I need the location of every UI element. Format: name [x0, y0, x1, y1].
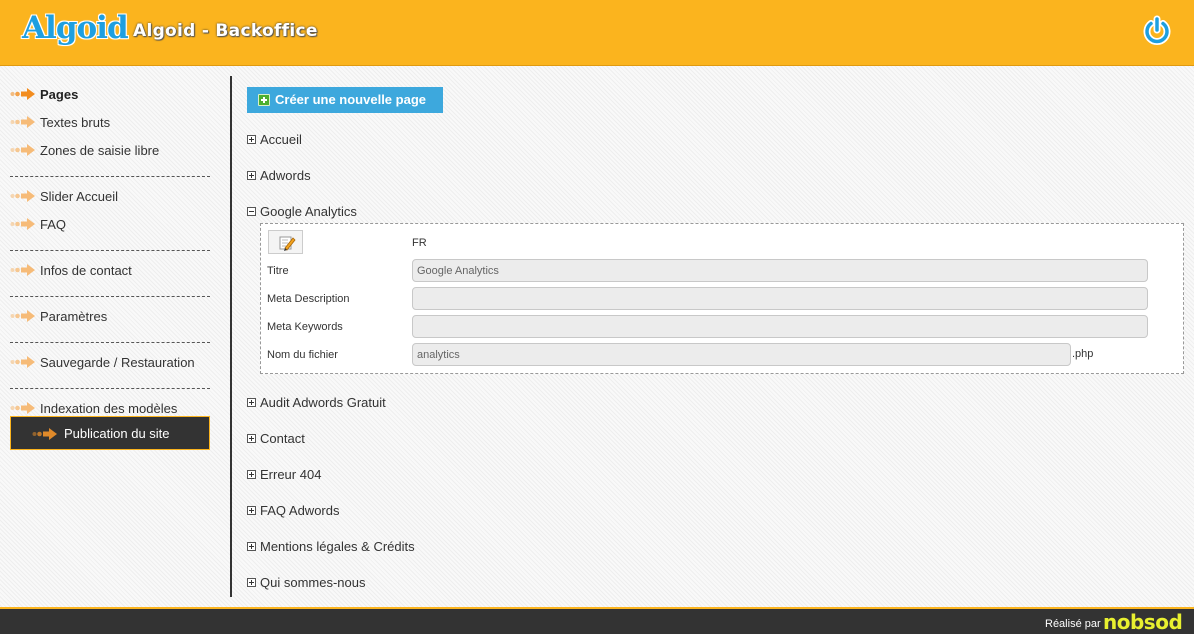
divider: [10, 330, 210, 343]
expand-icon[interactable]: [247, 578, 256, 587]
arrow-right-icon: [10, 401, 36, 415]
sidebar-item-label: Infos de contact: [40, 263, 132, 278]
plus-icon: [258, 94, 270, 106]
sidebar-item-label: Indexation des modèles: [40, 401, 178, 416]
page-item-label: Adwords: [260, 168, 311, 183]
sidebar-divider: [230, 76, 232, 597]
expand-icon[interactable]: [247, 398, 256, 407]
app-title: Algoid - Backoffice: [133, 21, 318, 41]
filename-label: Nom du fichier: [267, 349, 338, 361]
language-label: FR: [412, 237, 427, 249]
divider: [10, 284, 210, 297]
arrow-right-icon: [10, 263, 36, 277]
sidebar-item-label: Paramètres: [40, 309, 108, 324]
footer-credit: Réalisé par: [1045, 618, 1101, 630]
arrow-right-icon: [10, 189, 36, 203]
page-item-label: FAQ Adwords: [260, 503, 340, 518]
sidebar: Pages Textes bruts Zones de saisie libre…: [10, 80, 210, 450]
arrow-right-icon: [31, 427, 59, 441]
filename-input[interactable]: analytics: [412, 343, 1071, 366]
sidebar-item-faq[interactable]: FAQ: [10, 210, 210, 238]
app-logo: Algoid: [22, 10, 129, 46]
publish-site-button[interactable]: Publication du site: [10, 416, 210, 450]
sidebar-item-label: Textes bruts: [40, 115, 111, 130]
footer-brand-logo[interactable]: nobsod: [1103, 610, 1183, 634]
page-item-label: Contact: [260, 431, 305, 446]
expand-icon[interactable]: [247, 470, 256, 479]
sidebar-item-textes-bruts[interactable]: Textes bruts: [10, 108, 210, 136]
arrow-right-icon: [10, 309, 36, 323]
divider: [10, 376, 210, 389]
page-item-label: Mentions légales & Crédits: [260, 539, 415, 554]
page-item-label: Qui sommes-nous: [260, 575, 366, 590]
sidebar-item-zones-saisie[interactable]: Zones de saisie libre: [10, 136, 210, 164]
sidebar-item-infos-contact[interactable]: Infos de contact: [10, 256, 210, 284]
edit-button[interactable]: [268, 230, 303, 254]
header: Algoid Algoid - Backoffice: [0, 0, 1194, 66]
page-item-label: Audit Adwords Gratuit: [260, 395, 386, 410]
page-item-label: Erreur 404: [260, 467, 322, 482]
sidebar-item-label: Pages: [40, 87, 79, 102]
sidebar-item-label: FAQ: [40, 217, 67, 232]
sidebar-item-parametres[interactable]: Paramètres: [10, 302, 210, 330]
create-page-label: Créer une nouvelle page: [275, 92, 426, 107]
sidebar-item-sauvegarde[interactable]: Sauvegarde / Restauration: [10, 348, 210, 376]
page-item-label: Accueil: [260, 132, 302, 147]
expand-icon[interactable]: [247, 434, 256, 443]
page-detail-panel: FR Titre Google Analytics Meta Descripti…: [260, 223, 1184, 374]
expand-icon[interactable]: [247, 135, 256, 144]
page-item-label: Google Analytics: [260, 204, 357, 219]
divider: [10, 164, 210, 177]
create-page-button[interactable]: Créer une nouvelle page: [247, 87, 443, 113]
publish-site-label: Publication du site: [64, 426, 170, 441]
footer: Réalisé par nobsod: [0, 607, 1194, 634]
arrow-right-icon: [10, 87, 36, 101]
title-input[interactable]: Google Analytics: [412, 259, 1148, 282]
collapse-icon[interactable]: [247, 207, 256, 216]
expand-icon[interactable]: [247, 171, 256, 180]
meta-description-label: Meta Description: [267, 293, 350, 305]
arrow-right-icon: [10, 355, 36, 369]
power-icon[interactable]: [1141, 15, 1173, 47]
sidebar-item-pages[interactable]: Pages: [10, 80, 210, 108]
divider: [10, 238, 210, 251]
pencil-icon: [279, 236, 296, 251]
expand-icon[interactable]: [247, 542, 256, 551]
expand-icon[interactable]: [247, 506, 256, 515]
arrow-right-icon: [10, 217, 36, 231]
filename-suffix: .php: [1072, 348, 1094, 360]
arrow-right-icon: [10, 115, 36, 129]
sidebar-item-slider-accueil[interactable]: Slider Accueil: [10, 182, 210, 210]
sidebar-item-label: Sauvegarde / Restauration: [40, 355, 195, 370]
arrow-right-icon: [10, 143, 36, 157]
title-label: Titre: [267, 265, 289, 277]
sidebar-item-label: Zones de saisie libre: [40, 143, 160, 158]
meta-description-input[interactable]: [412, 287, 1148, 310]
meta-keywords-label: Meta Keywords: [267, 321, 343, 333]
sidebar-item-label: Slider Accueil: [40, 189, 119, 204]
meta-keywords-input[interactable]: [412, 315, 1148, 338]
